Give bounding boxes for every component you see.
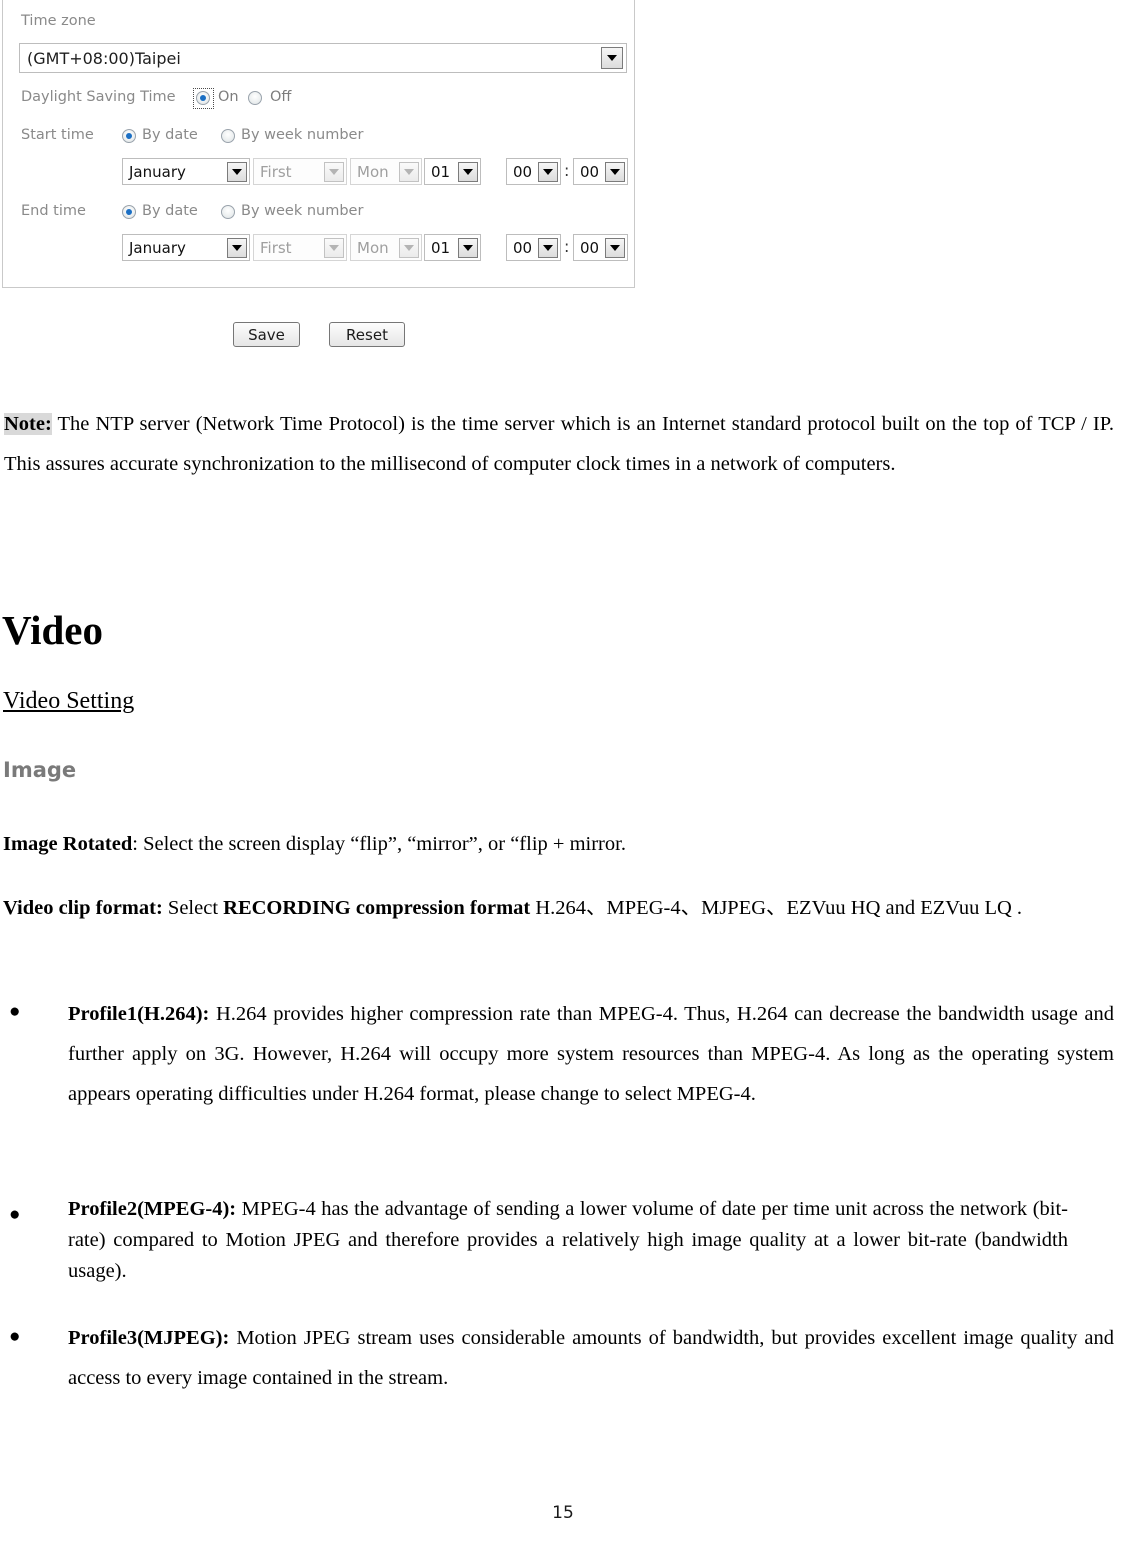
list-bullet-icon: ● — [9, 1001, 21, 1022]
recording-compression-format-label: RECORDING compression format — [223, 897, 531, 919]
dst-on-radio[interactable] — [196, 91, 210, 105]
save-button[interactable]: Save — [233, 322, 300, 347]
profile1-title: Profile1(H.264): — [68, 1003, 210, 1025]
dst-off-radio[interactable] — [248, 91, 262, 105]
end-time-colon: : — [564, 237, 570, 256]
start-hour-select[interactable]: 00 — [506, 158, 561, 185]
start-time-label: Start time — [21, 127, 94, 143]
end-weekday-select[interactable]: Mon — [350, 234, 422, 261]
profile1-text: H.264 provides higher compression rate t… — [68, 1003, 1114, 1105]
note-paragraph: Note: The NTP server (Network Time Proto… — [4, 404, 1114, 484]
profile2-title: Profile2(MPEG-4): — [68, 1198, 237, 1220]
timezone-select[interactable]: (GMT+08:00)Taipei — [19, 43, 627, 73]
end-hour-select[interactable]: 00 — [506, 234, 561, 261]
chevron-down-icon[interactable] — [227, 237, 247, 258]
start-by-date-label[interactable]: By date — [142, 127, 198, 143]
end-by-week-radio[interactable] — [221, 205, 235, 219]
video-clip-text-1: Select — [162, 897, 224, 919]
note-label: Note: — [4, 413, 52, 435]
chevron-down-icon[interactable] — [399, 161, 419, 182]
start-weekday-select[interactable]: Mon — [350, 158, 422, 185]
end-month-value: January — [129, 238, 186, 257]
start-minute-value: 00 — [580, 162, 600, 181]
list-item: Profile2(MPEG-4): MPEG-4 has the advanta… — [68, 1194, 1068, 1287]
list-bullet-icon: ● — [9, 1204, 21, 1225]
start-time-colon: : — [564, 161, 570, 180]
daylight-saving-time-label: Daylight Saving Time — [21, 89, 176, 105]
end-day-select[interactable]: 01 — [424, 234, 481, 261]
start-by-date-radio[interactable] — [122, 129, 136, 143]
image-rotated-label: Image Rotated — [3, 833, 133, 855]
time-zone-panel: Time Zone Time zone (GMT+08:00)Taipei Da… — [2, 0, 635, 288]
end-week-ordinal-value: First — [260, 238, 292, 257]
reset-button[interactable]: Reset — [329, 322, 405, 347]
end-by-date-radio[interactable] — [122, 205, 136, 219]
video-clip-format-paragraph: Video clip format: Select RECORDING comp… — [3, 888, 1093, 928]
end-month-select[interactable]: January — [122, 234, 250, 261]
video-setting-subheading: Video Setting — [3, 688, 135, 714]
chevron-down-icon[interactable] — [399, 237, 419, 258]
end-weekday-value: Mon — [357, 238, 389, 257]
start-weekday-value: Mon — [357, 162, 389, 181]
end-minute-value: 00 — [580, 238, 600, 257]
chevron-down-icon[interactable] — [605, 237, 625, 258]
chevron-down-icon[interactable] — [538, 237, 558, 258]
chevron-down-icon[interactable] — [601, 47, 623, 69]
end-week-ordinal-select[interactable]: First — [253, 234, 347, 261]
start-month-value: January — [129, 162, 186, 181]
time-zone-label: Time zone — [21, 13, 96, 29]
chevron-down-icon[interactable] — [538, 161, 558, 182]
list-item: Profile3(MJPEG): Motion JPEG stream uses… — [68, 1318, 1114, 1398]
start-minute-select[interactable]: 00 — [573, 158, 628, 185]
image-rotated-text: : Select the screen display “flip”, “mir… — [132, 833, 626, 855]
end-hour-value: 00 — [513, 238, 533, 257]
profile3-title: Profile3(MJPEG): — [68, 1327, 230, 1349]
page-number: 15 — [552, 1503, 574, 1523]
end-day-value: 01 — [431, 238, 451, 257]
start-hour-value: 00 — [513, 162, 533, 181]
video-clip-text-2: H.264、MPEG-4、MJPEG、EZVuu HQ and EZVuu LQ… — [530, 897, 1023, 919]
chevron-down-icon[interactable] — [324, 237, 344, 258]
chevron-down-icon[interactable] — [227, 161, 247, 182]
start-by-week-radio[interactable] — [221, 129, 235, 143]
chevron-down-icon[interactable] — [458, 161, 478, 182]
dst-off-label[interactable]: Off — [270, 89, 291, 105]
end-by-date-label[interactable]: By date — [142, 203, 198, 219]
end-by-week-label[interactable]: By week number — [241, 203, 363, 219]
chevron-down-icon[interactable] — [458, 237, 478, 258]
timezone-select-value: (GMT+08:00)Taipei — [27, 48, 181, 68]
start-week-ordinal-value: First — [260, 162, 292, 181]
video-clip-format-label: Video clip format: — [3, 897, 163, 919]
start-week-ordinal-select[interactable]: First — [253, 158, 347, 185]
chevron-down-icon[interactable] — [605, 161, 625, 182]
end-minute-select[interactable]: 00 — [573, 234, 628, 261]
list-bullet-icon: ● — [9, 1326, 21, 1347]
start-month-select[interactable]: January — [122, 158, 250, 185]
start-day-select[interactable]: 01 — [424, 158, 481, 185]
start-day-value: 01 — [431, 162, 451, 181]
end-time-label: End time — [21, 203, 86, 219]
note-text: The NTP server (Network Time Protocol) i… — [4, 413, 1114, 475]
start-by-week-label[interactable]: By week number — [241, 127, 363, 143]
list-item: Profile1(H.264): H.264 provides higher c… — [68, 994, 1114, 1114]
image-rotated-paragraph: Image Rotated: Select the screen display… — [3, 824, 1113, 864]
chevron-down-icon[interactable] — [324, 161, 344, 182]
image-section-heading: Image — [3, 758, 77, 782]
page-title: Video — [2, 607, 103, 653]
dst-on-label[interactable]: On — [218, 89, 239, 105]
